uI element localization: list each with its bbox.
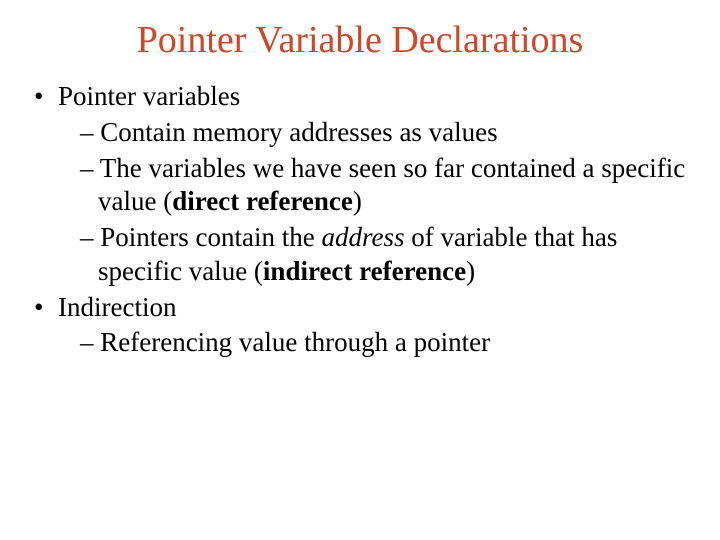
text-italic: address [321, 222, 404, 252]
text: Referencing value through a pointer [100, 327, 490, 357]
slide-title: Pointer Variable Declarations [30, 18, 690, 62]
text-bold: direct reference [172, 186, 353, 216]
text: Contain memory addresses as values [100, 117, 497, 147]
bullet-2: Indirection [30, 291, 690, 325]
bullet-1-sub-2: – The variables we have seen so far cont… [30, 152, 690, 220]
text: ) [466, 256, 475, 286]
dash-icon: – [80, 222, 100, 252]
slide: Pointer Variable Declarations Pointer va… [0, 0, 720, 540]
dash-icon: – [80, 153, 100, 183]
text: Pointers contain the [100, 222, 321, 252]
text-bold: indirect reference [263, 256, 466, 286]
slide-body: Pointer variables – Contain memory addre… [30, 80, 690, 360]
text: ) [353, 186, 362, 216]
bullet-1-sub-3: – Pointers contain the address of variab… [30, 221, 690, 289]
dash-icon: – [80, 117, 100, 147]
bullet-1: Pointer variables [30, 80, 690, 114]
dash-icon: – [80, 327, 100, 357]
bullet-2-sub-1: – Referencing value through a pointer [30, 326, 690, 360]
bullet-1-sub-1: – Contain memory addresses as values [30, 116, 690, 150]
